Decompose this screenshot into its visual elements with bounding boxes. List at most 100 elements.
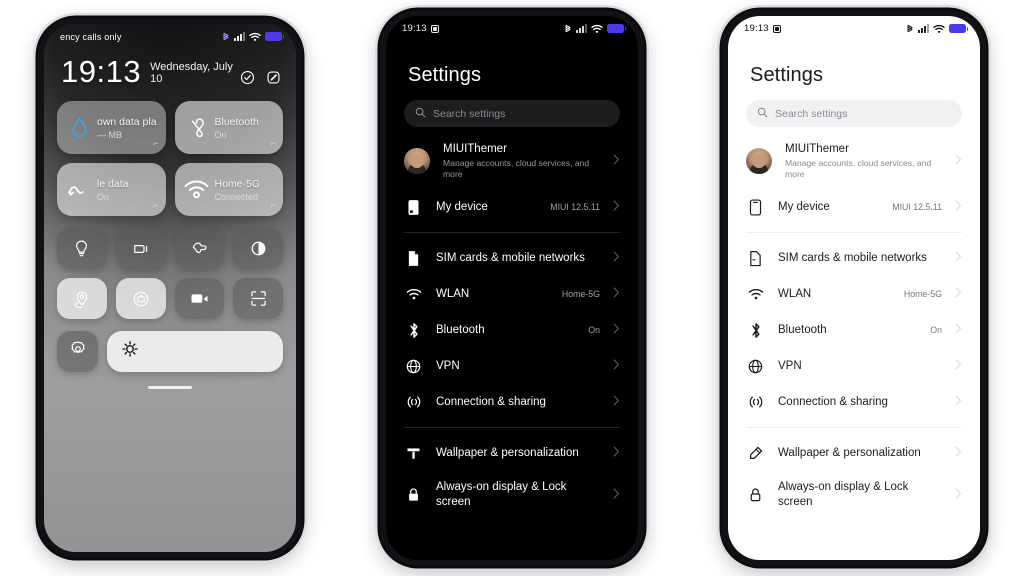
tile-dark-mode[interactable]	[233, 228, 283, 269]
wlan-label: WLAN	[778, 288, 812, 301]
chevron-right-icon	[955, 357, 964, 375]
list-item-bluetooth[interactable]: Bluetooth On	[728, 312, 980, 348]
big-tiles-row-1: own data plan — MB ⌐ Bluetooth On ⌐	[57, 101, 283, 154]
sim-cards-label: SIM cards & mobile networks	[778, 252, 927, 265]
chevron-right-icon	[613, 486, 622, 504]
list-item-my-device[interactable]: My device MIUI 12.5.11	[728, 189, 980, 225]
scanner-icon	[250, 290, 267, 307]
chevron-corner-icon[interactable]: ⌐	[271, 138, 276, 148]
tile-wlan-sub: Connected	[214, 191, 259, 202]
my-device-value: MIUI 12.5.11	[550, 202, 600, 213]
bluetooth-value: On	[930, 325, 942, 336]
wallpaper-icon	[746, 445, 765, 461]
search-input[interactable]: Search settings	[746, 100, 962, 127]
list-item-wlan[interactable]: WLAN Home-5G	[728, 276, 980, 312]
section-divider	[404, 232, 620, 234]
phone3-screen: 19:13 Settings Search settings MIUITheme…	[728, 16, 980, 560]
list-item-vpn[interactable]: VPN	[728, 348, 980, 384]
tile-wlan-title: Home-5G	[214, 177, 261, 190]
home-indicator[interactable]	[148, 386, 192, 389]
account-subtitle: Manage accounts, cloud services, and mor…	[785, 157, 932, 180]
brightness-slider[interactable]	[107, 331, 283, 372]
bluetooth-icon	[746, 322, 765, 339]
list-item-my-device[interactable]: My device MIUI 12.5.11	[386, 189, 638, 225]
settings-list: MIUIThemer Manage accounts, cloud servic…	[386, 133, 638, 560]
search-placeholder: Search settings	[433, 107, 506, 120]
bluetooth-label: Bluetooth	[778, 324, 827, 337]
tile-ringtone[interactable]	[174, 228, 225, 269]
chevron-corner-icon[interactable]: ⌐	[153, 200, 158, 210]
battery-icon	[607, 24, 626, 33]
quick-tiles-grid	[57, 228, 283, 319]
tile-screenshot[interactable]	[115, 278, 166, 319]
wlan-label: WLAN	[436, 288, 470, 301]
chevron-right-icon	[955, 249, 964, 267]
settings-shortcut-button[interactable]	[57, 331, 98, 372]
bluetooth-value: On	[588, 325, 600, 336]
list-item-wlan[interactable]: WLAN Home-5G	[386, 276, 638, 312]
tile-wlan[interactable]: Home-5G Connected ⌐	[174, 163, 283, 216]
list-item-wallpaper[interactable]: Wallpaper & personalization	[386, 435, 638, 471]
tile-flashlight[interactable]	[57, 228, 107, 269]
bluetooth-icon	[222, 31, 230, 42]
account-name: MIUIThemer	[443, 143, 507, 155]
tile-bluetooth-sub: On	[214, 129, 227, 140]
bottom-row	[57, 331, 283, 372]
list-item-account[interactable]: MIUIThemer Manage accounts, cloud servic…	[386, 133, 638, 189]
phone1-screen: ency calls only 19:13 Wednesday, July 10…	[44, 24, 296, 552]
vpn-label: VPN	[778, 360, 802, 373]
chevron-corner-icon[interactable]: ⌐	[271, 200, 276, 210]
my-device-icon	[746, 199, 765, 216]
list-item-connection-sharing[interactable]: Connection & sharing	[728, 384, 980, 420]
do-not-disturb-icon[interactable]	[240, 70, 255, 85]
bluetooth-icon	[404, 322, 423, 339]
list-item-wallpaper[interactable]: Wallpaper & personalization	[728, 435, 980, 471]
list-item-sim-cards[interactable]: SIM cards & mobile networks	[386, 240, 638, 276]
tile-bluetooth[interactable]: Bluetooth On ⌐	[174, 101, 283, 154]
tile-data-usage-sub: — MB	[97, 129, 123, 140]
lock-icon	[746, 487, 765, 503]
phone2-screen: 19:13 Settings Search settings MIUITheme…	[386, 16, 638, 560]
lock-screen-label: Always-on display & Lock screen	[778, 481, 909, 508]
tile-mobile-data-sub: On	[97, 191, 110, 202]
chevron-right-icon	[613, 152, 622, 170]
list-item-lock-screen[interactable]: Always-on display & Lock screen	[386, 471, 638, 518]
list-item-sim-cards[interactable]: SIM cards & mobile networks	[728, 240, 980, 276]
brightness-icon	[121, 340, 139, 363]
search-input[interactable]: Search settings	[404, 100, 620, 127]
bluetooth-label: Bluetooth	[436, 324, 485, 337]
tile-data-usage[interactable]: own data plan — MB ⌐	[57, 101, 166, 154]
tile-vibrate[interactable]	[115, 228, 166, 269]
list-item-bluetooth[interactable]: Bluetooth On	[386, 312, 638, 348]
wifi-icon	[184, 177, 210, 203]
list-item-lock-screen[interactable]: Always-on display & Lock screen	[728, 471, 980, 518]
edit-icon[interactable]	[266, 70, 281, 85]
wifi-icon	[933, 24, 945, 34]
chevron-right-icon	[613, 357, 622, 375]
clock-time: 19:13	[61, 54, 142, 89]
vpn-icon	[746, 359, 765, 374]
lock-icon	[404, 487, 423, 503]
alarm-icon	[430, 24, 439, 33]
tile-scanner[interactable]	[233, 278, 283, 319]
chevron-corner-icon[interactable]: ⌐	[153, 138, 158, 148]
my-device-icon	[404, 199, 423, 216]
sim-card-icon	[404, 250, 423, 267]
search-placeholder: Search settings	[775, 107, 848, 120]
tile-screen-recorder[interactable]	[174, 278, 225, 319]
list-item-vpn[interactable]: VPN	[386, 348, 638, 384]
wifi-icon	[591, 24, 603, 34]
chevron-right-icon	[955, 285, 964, 303]
control-center-content: 19:13 Wednesday, July 10 own data plan —…	[44, 56, 296, 389]
page-title: Settings	[408, 64, 482, 86]
chevron-right-icon	[955, 393, 964, 411]
signal-icon	[918, 24, 929, 33]
tile-location[interactable]	[57, 278, 107, 319]
signal-icon	[234, 32, 245, 41]
wifi-icon	[404, 288, 423, 301]
list-item-connection-sharing[interactable]: Connection & sharing	[386, 384, 638, 420]
sim-card-icon	[746, 250, 765, 267]
list-item-account[interactable]: MIUIThemer Manage accounts, cloud servic…	[728, 133, 980, 189]
wallpaper-label: Wallpaper & personalization	[436, 447, 579, 460]
tile-mobile-data[interactable]: le data On ⌐	[57, 163, 166, 216]
